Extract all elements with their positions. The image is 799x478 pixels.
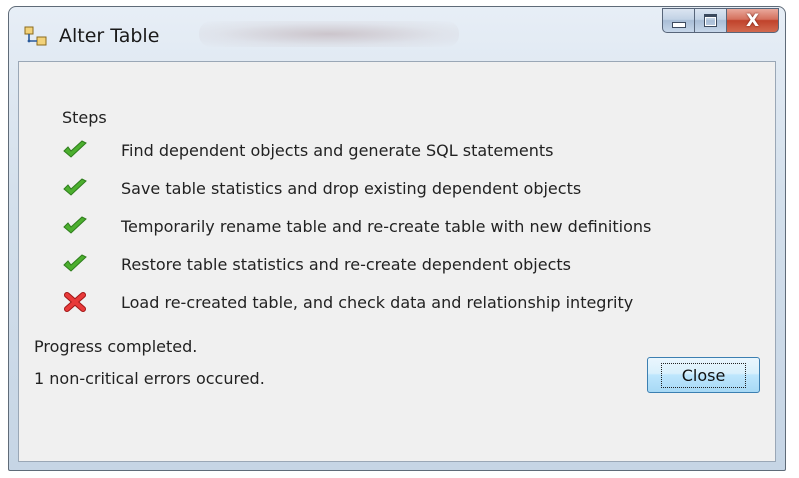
step-text: Save table statistics and drop existing … — [121, 178, 582, 198]
table-relations-icon — [24, 26, 47, 46]
alter-table-dialog: Alter Table X Steps Find dependent objec… — [8, 6, 786, 471]
window-close-button[interactable]: X — [727, 8, 779, 33]
green-check-icon — [59, 214, 91, 238]
title-bar[interactable]: Alter Table X — [9, 7, 785, 59]
maximize-icon — [704, 14, 717, 27]
step-text: Temporarily rename table and re-create t… — [121, 216, 652, 236]
step-item: Save table statistics and drop existing … — [59, 173, 581, 203]
step-text: Load re-created table, and check data an… — [121, 292, 634, 312]
step-item: Restore table statistics and re-create d… — [59, 249, 571, 279]
red-x-icon — [59, 290, 91, 314]
close-icon: X — [745, 10, 760, 31]
green-check-icon — [59, 176, 91, 200]
minimize-icon — [671, 21, 686, 28]
close-button[interactable]: Close — [647, 357, 760, 393]
step-text: Find dependent objects and generate SQL … — [121, 140, 554, 160]
green-check-icon — [59, 252, 91, 276]
step-item: Find dependent objects and generate SQL … — [59, 135, 553, 165]
caption-buttons: X — [662, 8, 779, 35]
maximize-button[interactable] — [695, 8, 727, 33]
close-button-label: Close — [660, 362, 747, 388]
step-item: Load re-created table, and check data an… — [59, 287, 633, 317]
window-title: Alter Table — [59, 25, 160, 47]
dialog-body: Steps Find dependent objects and generat… — [18, 61, 776, 462]
progress-status: Progress completed. — [34, 337, 198, 356]
minimize-button[interactable] — [662, 8, 695, 33]
step-text: Restore table statistics and re-create d… — [121, 254, 571, 274]
steps-heading: Steps — [62, 108, 107, 127]
title-bar-blur — [199, 21, 459, 47]
green-check-icon — [59, 138, 91, 162]
error-status: 1 non-critical errors occured. — [34, 369, 265, 388]
step-item: Temporarily rename table and re-create t… — [59, 211, 651, 241]
